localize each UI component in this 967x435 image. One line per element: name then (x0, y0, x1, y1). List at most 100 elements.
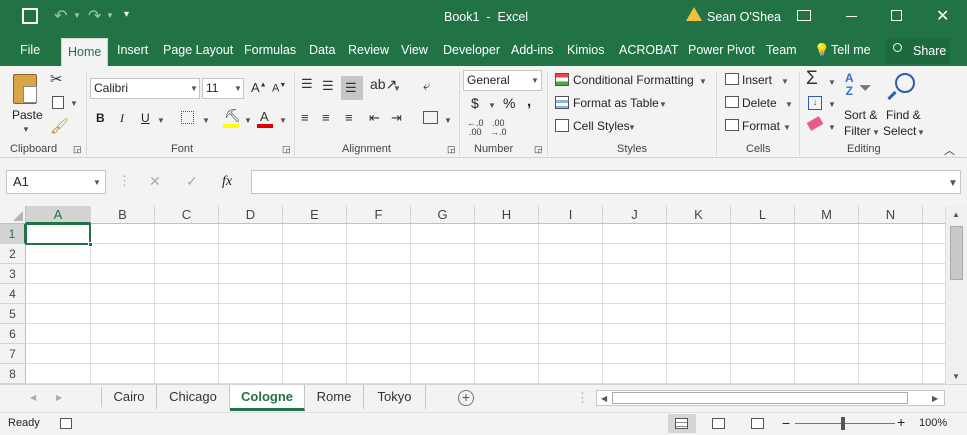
formula-input[interactable] (251, 170, 961, 194)
expand-formula-bar-icon[interactable]: ▼ (948, 178, 958, 189)
conditional-formatting-icon[interactable] (555, 73, 569, 86)
scroll-down-icon[interactable]: ▼ (952, 372, 960, 381)
conditional-formatting-button[interactable]: Conditional Formatting (573, 73, 694, 87)
column-header[interactable]: D (219, 206, 283, 224)
cell-styles-button[interactable]: Cell Styles (573, 119, 630, 133)
tab-view[interactable]: View (401, 34, 428, 66)
number-format-dropdown-icon[interactable]: ▼ (531, 76, 539, 85)
column-header[interactable]: H (475, 206, 539, 224)
column-header[interactable]: F (347, 206, 411, 224)
fill-dropdown-icon[interactable]: ▼ (828, 100, 836, 109)
tab-add-ins[interactable]: Add-ins (511, 34, 553, 66)
middle-align-icon[interactable]: ☰ (322, 78, 334, 94)
currency-dropdown-icon[interactable]: ▼ (488, 101, 496, 110)
delete-cells-icon[interactable] (725, 96, 739, 108)
align-left-icon[interactable]: ≡ (301, 110, 309, 125)
format-cells-icon[interactable] (725, 119, 739, 131)
sort-filter-label-2[interactable]: Filter (844, 124, 871, 138)
tab-formulas[interactable]: Formulas (244, 34, 296, 66)
tab-review[interactable]: Review (348, 34, 389, 66)
tab-data[interactable]: Data (309, 34, 335, 66)
align-center-icon[interactable]: ≡ (322, 110, 330, 125)
redo-dropdown-icon[interactable]: ▼ (106, 11, 114, 20)
column-header[interactable]: A (26, 206, 91, 224)
sheet-tab-cologne[interactable]: Cologne (230, 385, 305, 411)
sheet-tab-chicago[interactable]: Chicago (157, 385, 230, 409)
tab-kimios[interactable]: Kimios (567, 34, 605, 66)
tab-team[interactable]: Team (766, 34, 797, 66)
clipboard-icon[interactable] (13, 74, 37, 104)
vertical-scrollbar[interactable]: ▲ ▼ (945, 206, 967, 384)
cut-icon[interactable]: ✂ (50, 70, 63, 88)
column-header[interactable]: K (667, 206, 731, 224)
conditional-formatting-dropdown-icon[interactable]: ▼ (699, 77, 707, 86)
find-select-dropdown-icon[interactable]: ▼ (917, 128, 925, 137)
font-name-dropdown-icon[interactable]: ▼ (190, 84, 198, 93)
format-cells-button[interactable]: Format (742, 119, 780, 133)
vertical-scroll-thumb[interactable] (950, 226, 963, 280)
paste-button[interactable]: Paste (12, 108, 43, 122)
insert-function-button[interactable]: fx (222, 174, 232, 190)
insert-cells-icon[interactable] (725, 73, 739, 85)
next-sheet-icon[interactable]: ▶ (56, 393, 62, 402)
format-painter-icon[interactable]: 🖌 (50, 117, 69, 135)
find-select-label-2[interactable]: Select (883, 124, 916, 138)
collapse-ribbon-icon[interactable]: ︿ (944, 142, 955, 158)
font-size-dropdown-icon[interactable]: ▼ (234, 84, 242, 93)
row-header[interactable]: 3 (0, 264, 26, 284)
merge-dropdown-icon[interactable]: ▼ (444, 116, 452, 125)
number-launcher-icon[interactable]: ◲ (534, 144, 543, 155)
format-table-icon[interactable] (555, 96, 569, 109)
tab-file[interactable]: File (20, 34, 40, 66)
enter-entry-icon[interactable]: ✓ (186, 173, 198, 190)
format-as-table-dropdown-icon[interactable]: ▼ (659, 100, 667, 109)
italic-button[interactable]: I (120, 111, 124, 126)
new-sheet-icon[interactable]: + (458, 390, 474, 406)
sheet-tab-cairo[interactable]: Cairo (102, 385, 157, 409)
worksheet-grid[interactable]: A B C D E F G H I J K L M N 1 2 3 4 5 6 … (0, 206, 945, 384)
name-box[interactable]: A1 (6, 170, 106, 194)
tell-me-box[interactable]: Tell me (831, 34, 871, 66)
fill-handle[interactable] (88, 242, 93, 247)
scroll-right-icon[interactable]: ▶ (932, 394, 938, 403)
sheet-tab-tokyo[interactable]: Tokyo (364, 385, 426, 409)
cancel-entry-icon[interactable]: ✕ (149, 173, 161, 190)
page-layout-view-icon[interactable] (712, 418, 725, 429)
autosum-dropdown-icon[interactable]: ▼ (828, 78, 836, 87)
alignment-launcher-icon[interactable]: ◲ (447, 144, 456, 155)
column-header[interactable]: I (539, 206, 603, 224)
comma-button[interactable]: , (527, 93, 531, 110)
cell-styles-icon[interactable] (555, 119, 569, 132)
maximize-icon[interactable] (891, 10, 902, 21)
decrease-decimal-icon[interactable]: .00 →.0 (490, 119, 507, 137)
tab-home[interactable]: Home (61, 38, 109, 66)
clear-icon[interactable] (806, 116, 824, 131)
align-right-icon[interactable]: ≡ (345, 110, 353, 125)
underline-button[interactable]: U (141, 111, 150, 125)
tab-acrobat[interactable]: ACROBAT (619, 34, 679, 66)
row-header[interactable]: 8 (0, 364, 26, 384)
save-icon[interactable] (22, 8, 38, 24)
increase-indent-icon[interactable]: ⇥ (391, 110, 402, 126)
sheet-tab-rome[interactable]: Rome (305, 385, 364, 409)
autosum-icon[interactable]: Σ (806, 68, 818, 90)
customize-toolbar-icon[interactable]: ▾ (124, 9, 129, 20)
undo-icon[interactable]: ↶ (54, 6, 67, 26)
underline-dropdown-icon[interactable]: ▼ (157, 116, 165, 125)
clear-dropdown-icon[interactable]: ▼ (828, 123, 836, 132)
row-header[interactable]: 2 (0, 244, 26, 264)
page-break-view-icon[interactable] (751, 418, 764, 429)
column-header[interactable]: L (731, 206, 795, 224)
zoom-out-icon[interactable]: − (782, 415, 790, 431)
zoom-level[interactable]: 100% (919, 417, 947, 429)
font-name-select[interactable]: Calibri (90, 78, 200, 99)
column-header[interactable]: N (859, 206, 923, 224)
close-icon[interactable]: ✕ (936, 6, 949, 26)
active-cell[interactable] (25, 223, 91, 245)
column-header[interactable]: G (411, 206, 475, 224)
horizontal-scroll-thumb[interactable] (612, 392, 908, 404)
row-header[interactable]: 7 (0, 344, 26, 364)
scroll-left-icon[interactable]: ◀ (601, 394, 607, 403)
share-button[interactable]: Share (886, 38, 950, 64)
decrease-indent-icon[interactable]: ⇤ (369, 110, 380, 126)
